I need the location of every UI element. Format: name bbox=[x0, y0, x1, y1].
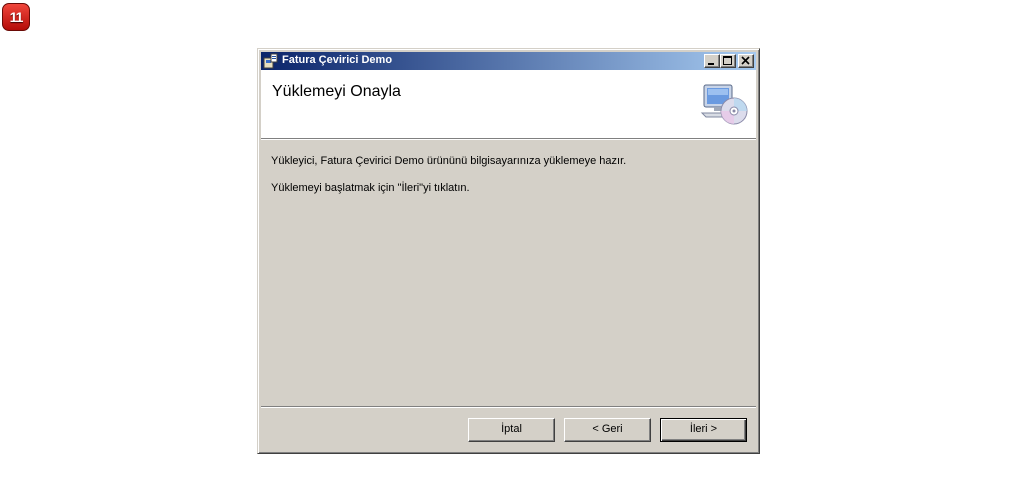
next-button[interactable]: İleri > bbox=[660, 418, 747, 442]
instruction-message: Yüklemeyi başlatmak için "İleri"yi tıkla… bbox=[271, 182, 470, 194]
window-title: Fatura Çevirici Demo bbox=[282, 54, 393, 66]
minimize-icon bbox=[708, 63, 714, 65]
ready-message: Yükleyici, Fatura Çevirici Demo ürününü … bbox=[271, 155, 627, 167]
maximize-button[interactable] bbox=[720, 54, 736, 68]
minimize-button[interactable] bbox=[704, 54, 720, 68]
maximize-icon bbox=[723, 56, 732, 65]
close-icon bbox=[741, 56, 750, 65]
installer-app-icon bbox=[263, 53, 279, 69]
page-title: Yüklemeyi Onayla bbox=[272, 83, 401, 100]
installer-window: Fatura Çevirici Demo Yüklemeyi Onayla Yü… bbox=[257, 48, 760, 454]
dialog-header: Yüklemeyi Onayla bbox=[261, 70, 756, 139]
back-button[interactable]: < Geri bbox=[564, 418, 651, 442]
computer-cd-icon bbox=[700, 83, 748, 127]
close-button[interactable] bbox=[738, 54, 754, 68]
cancel-button[interactable]: İptal bbox=[468, 418, 555, 442]
footer-divider bbox=[261, 406, 756, 408]
step-number-badge: 11 bbox=[2, 3, 30, 31]
title-bar[interactable]: Fatura Çevirici Demo bbox=[261, 52, 756, 70]
